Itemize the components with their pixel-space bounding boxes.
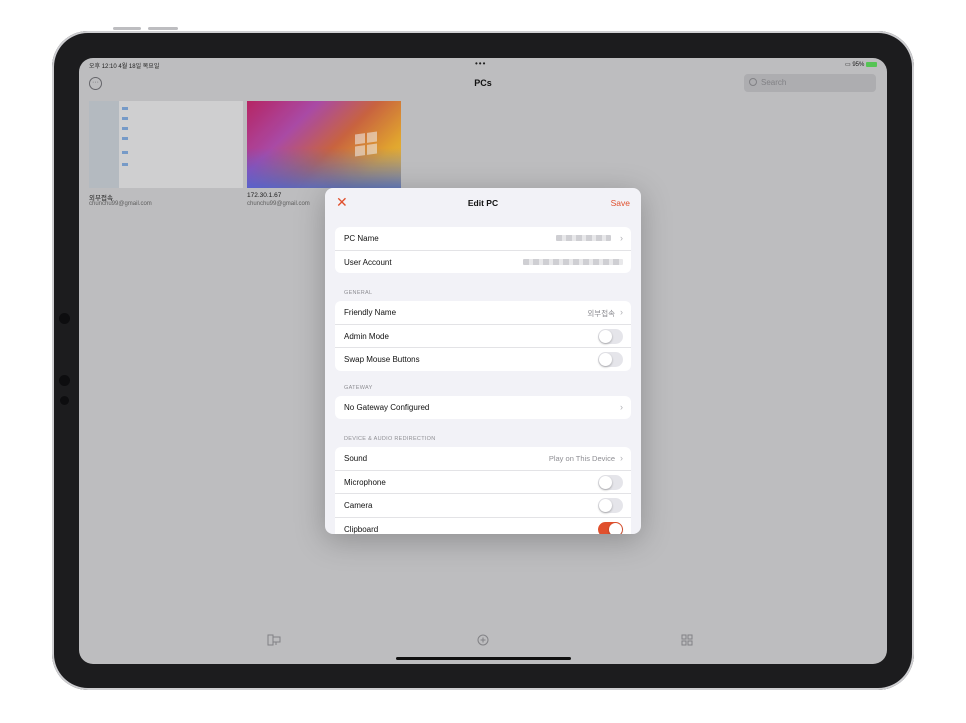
pc-name-row[interactable]: PC Name › bbox=[335, 227, 631, 251]
row-value: 외부접속 bbox=[587, 309, 615, 318]
chevron-right-icon: › bbox=[620, 233, 623, 243]
section-header: DEVICE & AUDIO REDIRECTION bbox=[344, 436, 436, 442]
row-label: PC Name bbox=[344, 234, 379, 243]
sensor-dot bbox=[60, 396, 69, 405]
row-label: Swap Mouse Buttons bbox=[344, 355, 420, 364]
camera-row: Camera bbox=[335, 494, 631, 518]
row-label: Sound bbox=[344, 454, 368, 463]
user-account-row[interactable]: User Account bbox=[335, 251, 631, 274]
sound-row[interactable]: Sound Play on This Device › bbox=[335, 447, 631, 471]
swap-mouse-row: Swap Mouse Buttons bbox=[335, 348, 631, 371]
microphone-toggle[interactable] bbox=[598, 474, 623, 490]
general-group: Friendly Name 외부접속 › Admin Mode Swap Mou… bbox=[335, 301, 631, 371]
clipboard-toggle[interactable] bbox=[598, 521, 623, 534]
camera-toggle[interactable] bbox=[598, 498, 623, 513]
row-label: Camera bbox=[344, 501, 373, 510]
admin-mode-toggle[interactable] bbox=[598, 328, 623, 344]
volume-button bbox=[113, 27, 141, 30]
chevron-right-icon: › bbox=[620, 453, 623, 463]
row-label: Friendly Name bbox=[344, 308, 397, 317]
section-header: GENERAL bbox=[344, 290, 373, 296]
sensor-dot bbox=[59, 375, 70, 386]
sheet-header: ✕ Edit PC Save bbox=[325, 188, 641, 218]
row-label: No Gateway Configured bbox=[344, 403, 430, 412]
row-label: Clipboard bbox=[344, 524, 379, 534]
row-value: Play on This Device bbox=[548, 454, 615, 463]
row-label: Admin Mode bbox=[344, 331, 389, 341]
camera-dot bbox=[59, 313, 70, 324]
gateway-group: No Gateway Configured › bbox=[335, 396, 631, 419]
clipboard-row: Clipboard bbox=[335, 518, 631, 534]
microphone-row: Microphone bbox=[335, 471, 631, 494]
connection-group: PC Name › User Account bbox=[335, 227, 631, 273]
gateway-row[interactable]: No Gateway Configured › bbox=[335, 396, 631, 419]
friendly-name-row[interactable]: Friendly Name 외부접속 › bbox=[335, 301, 631, 325]
power-button bbox=[148, 27, 178, 30]
save-button[interactable]: Save bbox=[611, 198, 630, 208]
chevron-right-icon: › bbox=[620, 307, 623, 317]
redirection-group: Sound Play on This Device › Microphone C… bbox=[335, 447, 631, 534]
redacted-value bbox=[523, 258, 623, 265]
redacted-value bbox=[556, 235, 611, 241]
section-header: GATEWAY bbox=[344, 385, 373, 391]
chevron-right-icon: › bbox=[620, 402, 623, 412]
row-label: Microphone bbox=[344, 477, 386, 487]
swap-mouse-toggle[interactable] bbox=[598, 352, 623, 367]
admin-mode-row: Admin Mode bbox=[335, 325, 631, 348]
row-label: User Account bbox=[344, 257, 392, 267]
sheet-title: Edit PC bbox=[467, 198, 499, 208]
edit-pc-sheet: ✕ Edit PC Save PC Name › User Account GE… bbox=[325, 188, 641, 534]
